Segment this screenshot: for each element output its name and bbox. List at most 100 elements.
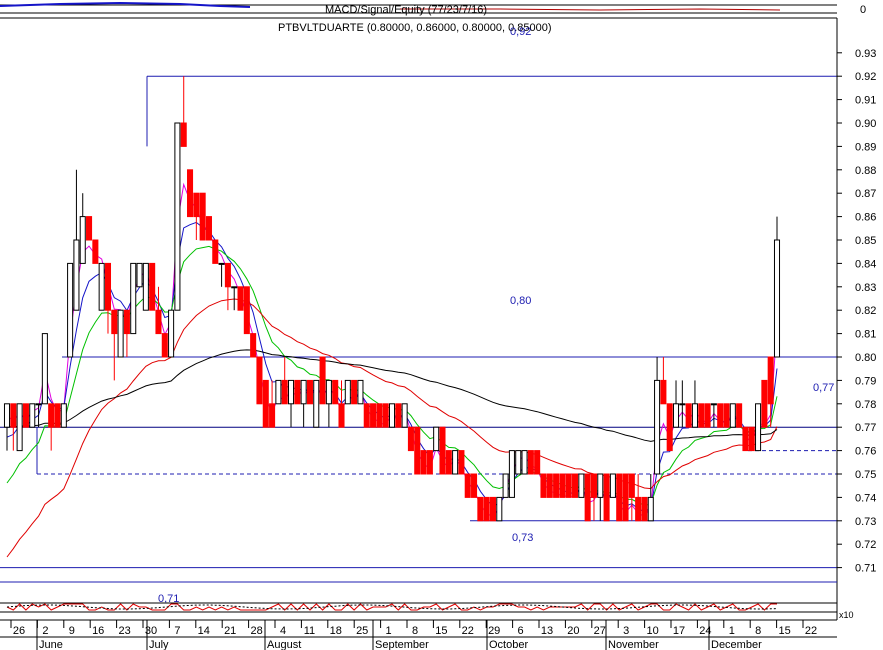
candle-down [603,473,610,522]
candle-down [370,403,377,428]
candle-down [161,333,168,358]
candle-up [452,450,459,475]
y-tick-label: 0.80 [855,352,876,364]
x-tick-label: 13 [541,625,553,637]
candle-down [622,473,629,522]
candle-up [218,262,225,265]
top-panel-tick: 0 [860,4,866,16]
candle-up [168,309,175,358]
y-tick-label: 0.93 [855,48,876,60]
x-tick-label: 15 [435,625,447,637]
x-tick-label: 24 [699,625,711,637]
candle-down [338,403,345,428]
x-tick-label: 1 [729,625,735,637]
y-tick-label: 0.87 [855,188,876,200]
candle-down [477,496,484,522]
candle-up [35,403,42,406]
candle-up [502,473,509,498]
candle-up [357,379,364,405]
x-tick-label: 28 [250,625,262,637]
candle-down [205,216,212,241]
candle-down [256,356,263,405]
candle-down [483,496,490,522]
candle-up [609,473,616,498]
y-tick-label: 0.85 [855,235,876,247]
candle-down [748,426,755,452]
candle-up [287,379,295,405]
y-tick-label: 0.86 [855,212,876,224]
candle-up [3,403,11,428]
candle-down [572,473,579,498]
candle-up [773,239,781,358]
candle-down [565,473,572,498]
candle-down [534,450,541,475]
stock-chart-window[interactable]: MACD/Signal/Equity (77/23/7/16) 0 PTBVLT… [0,0,883,650]
x-tick-label: 9 [69,625,75,637]
y-tick-label: 0.82 [855,305,876,317]
candle-down [332,379,339,405]
candle-down [628,473,635,498]
candle-up [578,473,585,498]
x-tick-label: 26 [13,625,25,637]
candle-down [243,286,250,335]
y-tick-label: 0.81 [855,329,876,341]
candle-down [666,403,673,452]
candle-up [388,403,396,428]
y-tick-label: 0.71 [855,563,876,575]
candle-down [704,403,711,428]
candle-up [755,403,762,452]
candlestick-chart[interactable]: MACD/Signal/Equity (77/23/7/16) 0 PTBVLT… [0,0,883,650]
chart-header: MACD/Signal/Equity (77/23/7/16) 0 [0,1,866,19]
candle-up [647,496,654,522]
x-tick-label: 18 [330,625,342,637]
candle-up [654,379,661,475]
candle-down [414,426,421,475]
x-tick-label: 6 [518,625,524,637]
candle-down [742,426,749,452]
candle-down [584,473,591,522]
candle-up [41,333,48,405]
level-label: 0,73 [512,532,533,544]
price-axis: 0.93 0.92 0.91 0.90 0.89 0.88 0.87 0.86 0.85 0.84… [836,18,876,620]
y-tick-label: 0.88 [855,165,876,177]
x-tick-label: 22 [462,625,474,637]
candle-up [325,379,332,405]
x-tick-label: 10 [646,625,658,637]
candle-down [464,473,471,498]
candle-down [635,496,642,522]
candle-down [123,309,130,335]
candle-down [616,473,623,522]
candle-down [193,192,200,218]
candle-down [10,403,17,428]
candle-down [224,262,231,288]
candle-down [761,379,768,428]
x-tick-label: 29 [488,625,500,637]
candle-down [104,262,112,311]
y-tick-label: 0.83 [855,282,876,294]
candle-down [86,216,93,241]
x-tick-label: 8 [755,625,761,637]
month-label: October [489,639,528,650]
candle-down [351,379,358,405]
month-label: August [267,639,301,650]
candle-down [306,379,313,405]
candle-up [679,403,686,406]
bottom-panel-tick: x10 [839,610,854,620]
month-label: November [608,639,659,650]
candle-down [237,286,244,311]
date-axis: 26 2 9 16 23 30 7 14 21 28 4 11 18 25 1 8 15 22 29 6 13 20 27 3… [0,619,837,650]
candle-down [149,262,156,311]
candle-down [48,403,55,428]
x-tick-label: 3 [623,625,629,637]
candle-down [426,450,433,475]
x-tick-label: 4 [280,625,286,637]
candle-down [767,356,774,405]
candle-up [29,403,36,428]
x-tick-label: 21 [224,625,236,637]
candle-down [319,356,326,405]
candle-up [729,403,736,428]
candle-down [281,379,288,405]
candle-down [458,450,465,475]
candle-down [553,473,560,498]
x-tick-label: 1 [386,625,392,637]
